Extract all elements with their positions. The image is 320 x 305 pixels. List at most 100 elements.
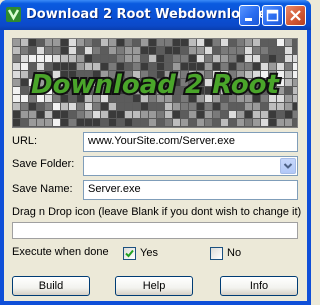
banner-tile [29,119,36,126]
banner-tile [69,47,76,54]
banner-tile [253,47,260,54]
banner-tile [221,119,228,126]
banner-tile [181,47,188,54]
save-folder-label: Save Folder: [12,158,75,170]
banner-tile [53,47,60,54]
banner-tile [13,111,20,118]
banner-tile [189,63,196,70]
banner-tile [189,55,196,62]
help-button[interactable]: Help [115,276,193,296]
banner-tile [285,47,292,54]
banner-tile [205,119,212,126]
url-input[interactable]: www.YourSite.com/Server.exe [83,132,298,152]
banner-tile [133,39,140,46]
banner-tile [133,63,140,70]
banner-tile [13,63,20,70]
banner-tile [229,63,236,70]
banner-tile [69,119,76,126]
banner-tile [149,47,156,54]
banner-tile [221,47,228,54]
banner-tile [229,111,236,118]
banner-tile [45,111,52,118]
build-button[interactable]: Build [12,276,90,296]
banner-tile [21,39,28,46]
banner-tile [77,119,84,126]
title-bar[interactable]: Download 2 Root Webdownloader [0,0,311,30]
banner-tile [245,63,252,70]
banner-tile [293,39,297,46]
banner-tile [181,63,188,70]
banner-tile [165,55,172,62]
chevron-down-icon[interactable] [280,158,296,174]
banner-tile [117,63,124,70]
banner-tile [293,79,297,86]
banner-tile [181,103,188,110]
banner-tile [13,47,20,54]
banner-tile [181,55,188,62]
banner-tile [85,47,92,54]
banner-tile [117,55,124,62]
banner-tile [285,39,292,46]
banner-tile [189,103,196,110]
banner-tile [37,63,44,70]
banner-tile [45,103,52,110]
banner-tile [285,87,292,94]
banner-tile [221,63,228,70]
banner-tile [245,111,252,118]
banner-tile [293,103,297,110]
banner-tile [261,55,268,62]
banner-tile [221,55,228,62]
banner-tile [85,63,92,70]
banner-tile [21,95,28,102]
no-label[interactable]: No [227,247,241,259]
banner-tile [293,95,297,102]
banner-tile [197,47,204,54]
banner-tile [77,47,84,54]
banner-tile [229,103,236,110]
banner-tile [37,119,44,126]
banner-tile [189,47,196,54]
banner-tile [237,119,244,126]
banner-tile [213,55,220,62]
banner-tile [237,63,244,70]
icon-drop-field[interactable] [12,222,298,239]
banner-tile [93,55,100,62]
banner-tile [53,39,60,46]
banner-tile [101,47,108,54]
no-checkbox[interactable] [210,247,223,260]
banner-tile [269,47,276,54]
info-button[interactable]: Info [220,276,298,296]
minimize-button[interactable] [239,5,260,26]
banner-tile [173,63,180,70]
banner-tile [277,111,284,118]
maximize-button[interactable] [262,5,283,26]
banner-tile [133,55,140,62]
yes-label[interactable]: Yes [140,247,158,259]
banner-tile [293,119,297,126]
save-folder-select[interactable] [83,156,298,176]
banner-tile [109,103,116,110]
save-name-input[interactable]: Server.exe [83,180,298,200]
banner-tile [189,111,196,118]
banner-tile [141,119,148,126]
close-button[interactable] [285,5,306,26]
banner-tile [45,39,52,46]
banner-tile [61,47,68,54]
banner-tile [61,111,68,118]
banner-tile [149,39,156,46]
banner-tile [277,39,284,46]
banner-title: Download 2 Root [31,70,281,100]
yes-checkbox[interactable] [123,247,136,260]
banner-tile [229,119,236,126]
banner-tile [165,103,172,110]
banner-tile [157,47,164,54]
banner-tile [157,111,164,118]
banner-tile [93,119,100,126]
banner-tile [117,47,124,54]
banner-tile [101,111,108,118]
banner-tile [21,47,28,54]
banner-tile [173,55,180,62]
banner-tile [285,111,292,118]
banner-tile [85,119,92,126]
banner-tile [293,87,297,94]
